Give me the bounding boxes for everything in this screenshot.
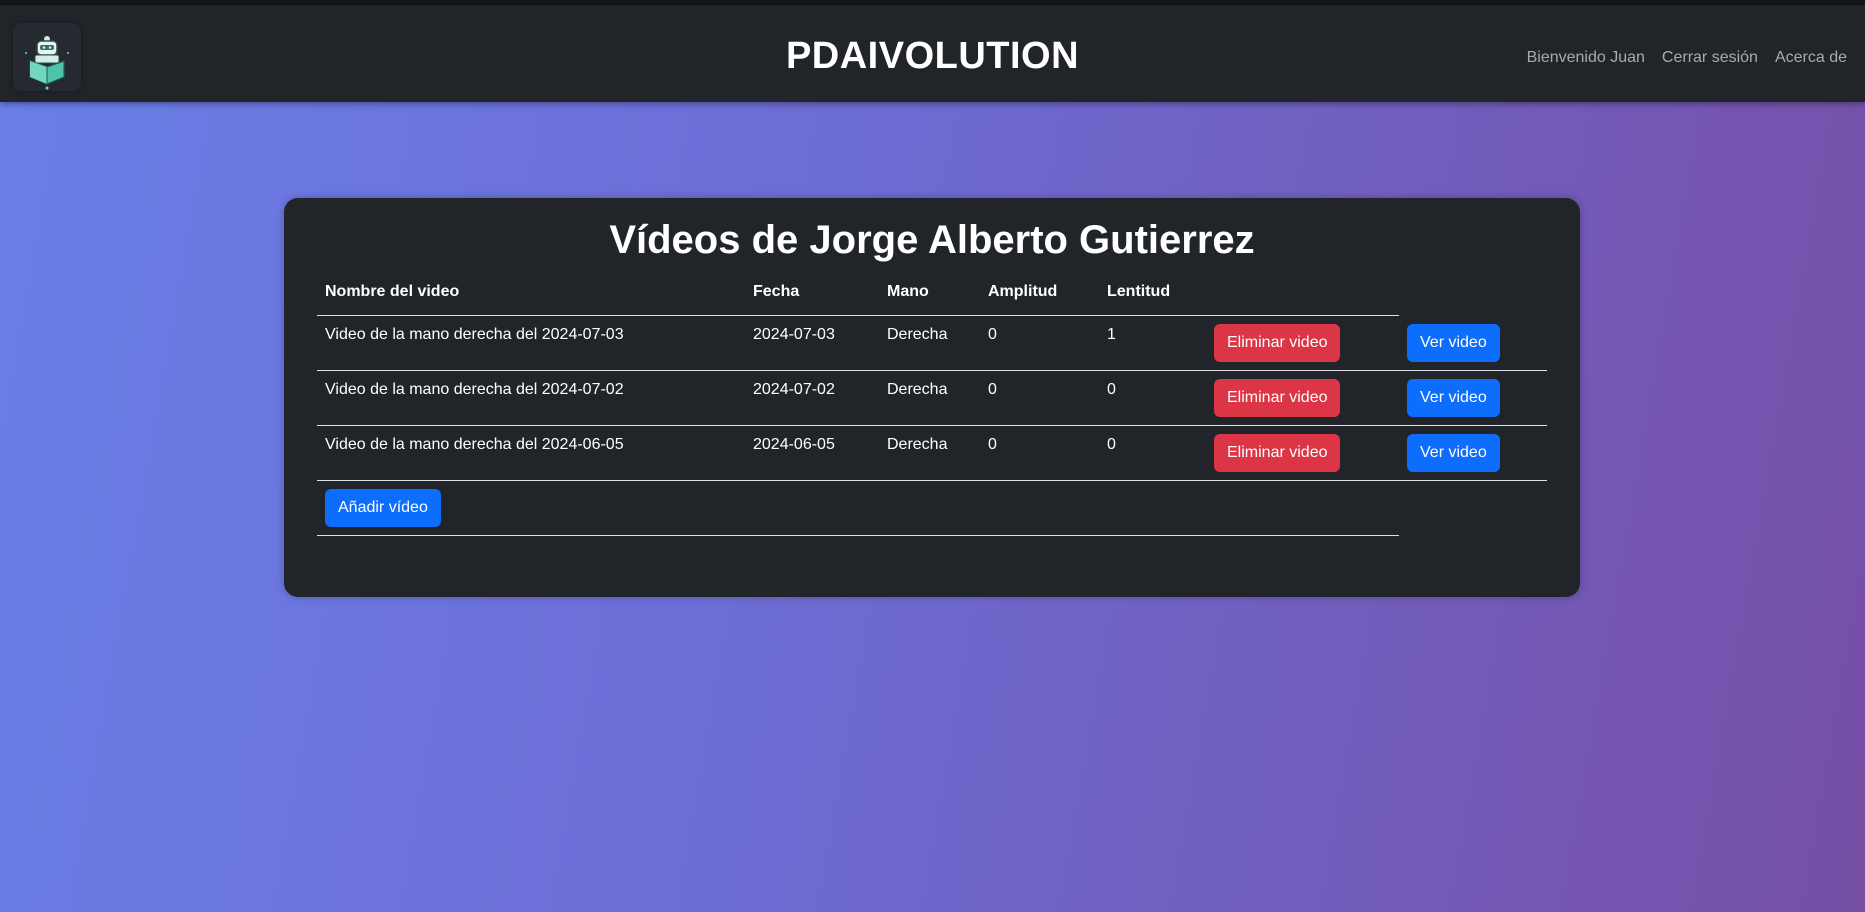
- header-date: Fecha: [745, 271, 879, 316]
- header-empty: [1399, 271, 1547, 316]
- view-video-button[interactable]: Ver video: [1407, 434, 1500, 472]
- nav-links: Bienvenido Juan Cerrar sesión Acerca de: [1527, 49, 1847, 67]
- cell-video-name: Video de la mano derecha del 2024-06-05: [325, 436, 624, 453]
- delete-video-button[interactable]: Eliminar video: [1214, 324, 1341, 362]
- header-amplitude: Amplitud: [980, 271, 1099, 316]
- cell-hand: Derecha: [887, 381, 948, 398]
- view-video-button[interactable]: Ver video: [1407, 323, 1500, 362]
- add-video-button[interactable]: Añadir vídeo: [325, 489, 441, 527]
- cell-date: 2024-07-03: [753, 326, 835, 343]
- cell-slowness: 1: [1107, 326, 1116, 343]
- nav-link-logout[interactable]: Cerrar sesión: [1662, 49, 1758, 67]
- cell-amplitude: 0: [988, 326, 997, 343]
- navbar: PDAIVOLUTION Bienvenido Juan Cerrar sesi…: [0, 4, 1865, 102]
- nav-link-welcome[interactable]: Bienvenido Juan: [1527, 49, 1645, 67]
- videos-card: Vídeos de Jorge Alberto Gutierrez Nombre…: [284, 198, 1580, 597]
- delete-video-button[interactable]: Eliminar video: [1214, 379, 1341, 417]
- page-title: Vídeos de Jorge Alberto Gutierrez: [609, 218, 1255, 262]
- header-empty: [1206, 271, 1399, 316]
- header-hand: Mano: [879, 271, 980, 316]
- cell-date: 2024-07-02: [753, 381, 835, 398]
- view-video-button[interactable]: Ver video: [1407, 379, 1500, 417]
- cell-hand: Derecha: [887, 436, 948, 453]
- robot-logo-icon[interactable]: [13, 23, 81, 91]
- header-slowness: Lentitud: [1099, 271, 1206, 316]
- cell-date: 2024-06-05: [753, 436, 835, 453]
- nav-link-about[interactable]: Acerca de: [1775, 49, 1847, 67]
- table-header-row: Nombre del video Fecha Mano Amplitud Len…: [317, 271, 1547, 316]
- cell-amplitude: 0: [988, 381, 997, 398]
- add-video-row: Añadir vídeo: [317, 480, 1547, 536]
- table-row: Video de la mano derecha del 2024-07-02 …: [317, 370, 1547, 426]
- cell-amplitude: 0: [988, 436, 997, 453]
- cell-video-name: Video de la mano derecha del 2024-07-03: [325, 326, 624, 343]
- cell-video-name: Video de la mano derecha del 2024-07-02: [325, 381, 624, 398]
- table-row: Video de la mano derecha del 2024-07-03 …: [317, 315, 1547, 371]
- header-video-name: Nombre del video: [317, 271, 745, 316]
- cell-slowness: 0: [1107, 381, 1116, 398]
- cell-slowness: 0: [1107, 436, 1116, 453]
- cell-hand: Derecha: [887, 326, 948, 343]
- table-row: Video de la mano derecha del 2024-06-05 …: [317, 425, 1547, 481]
- delete-video-button[interactable]: Eliminar video: [1214, 434, 1341, 472]
- videos-table: Nombre del video Fecha Mano Amplitud Len…: [317, 271, 1547, 536]
